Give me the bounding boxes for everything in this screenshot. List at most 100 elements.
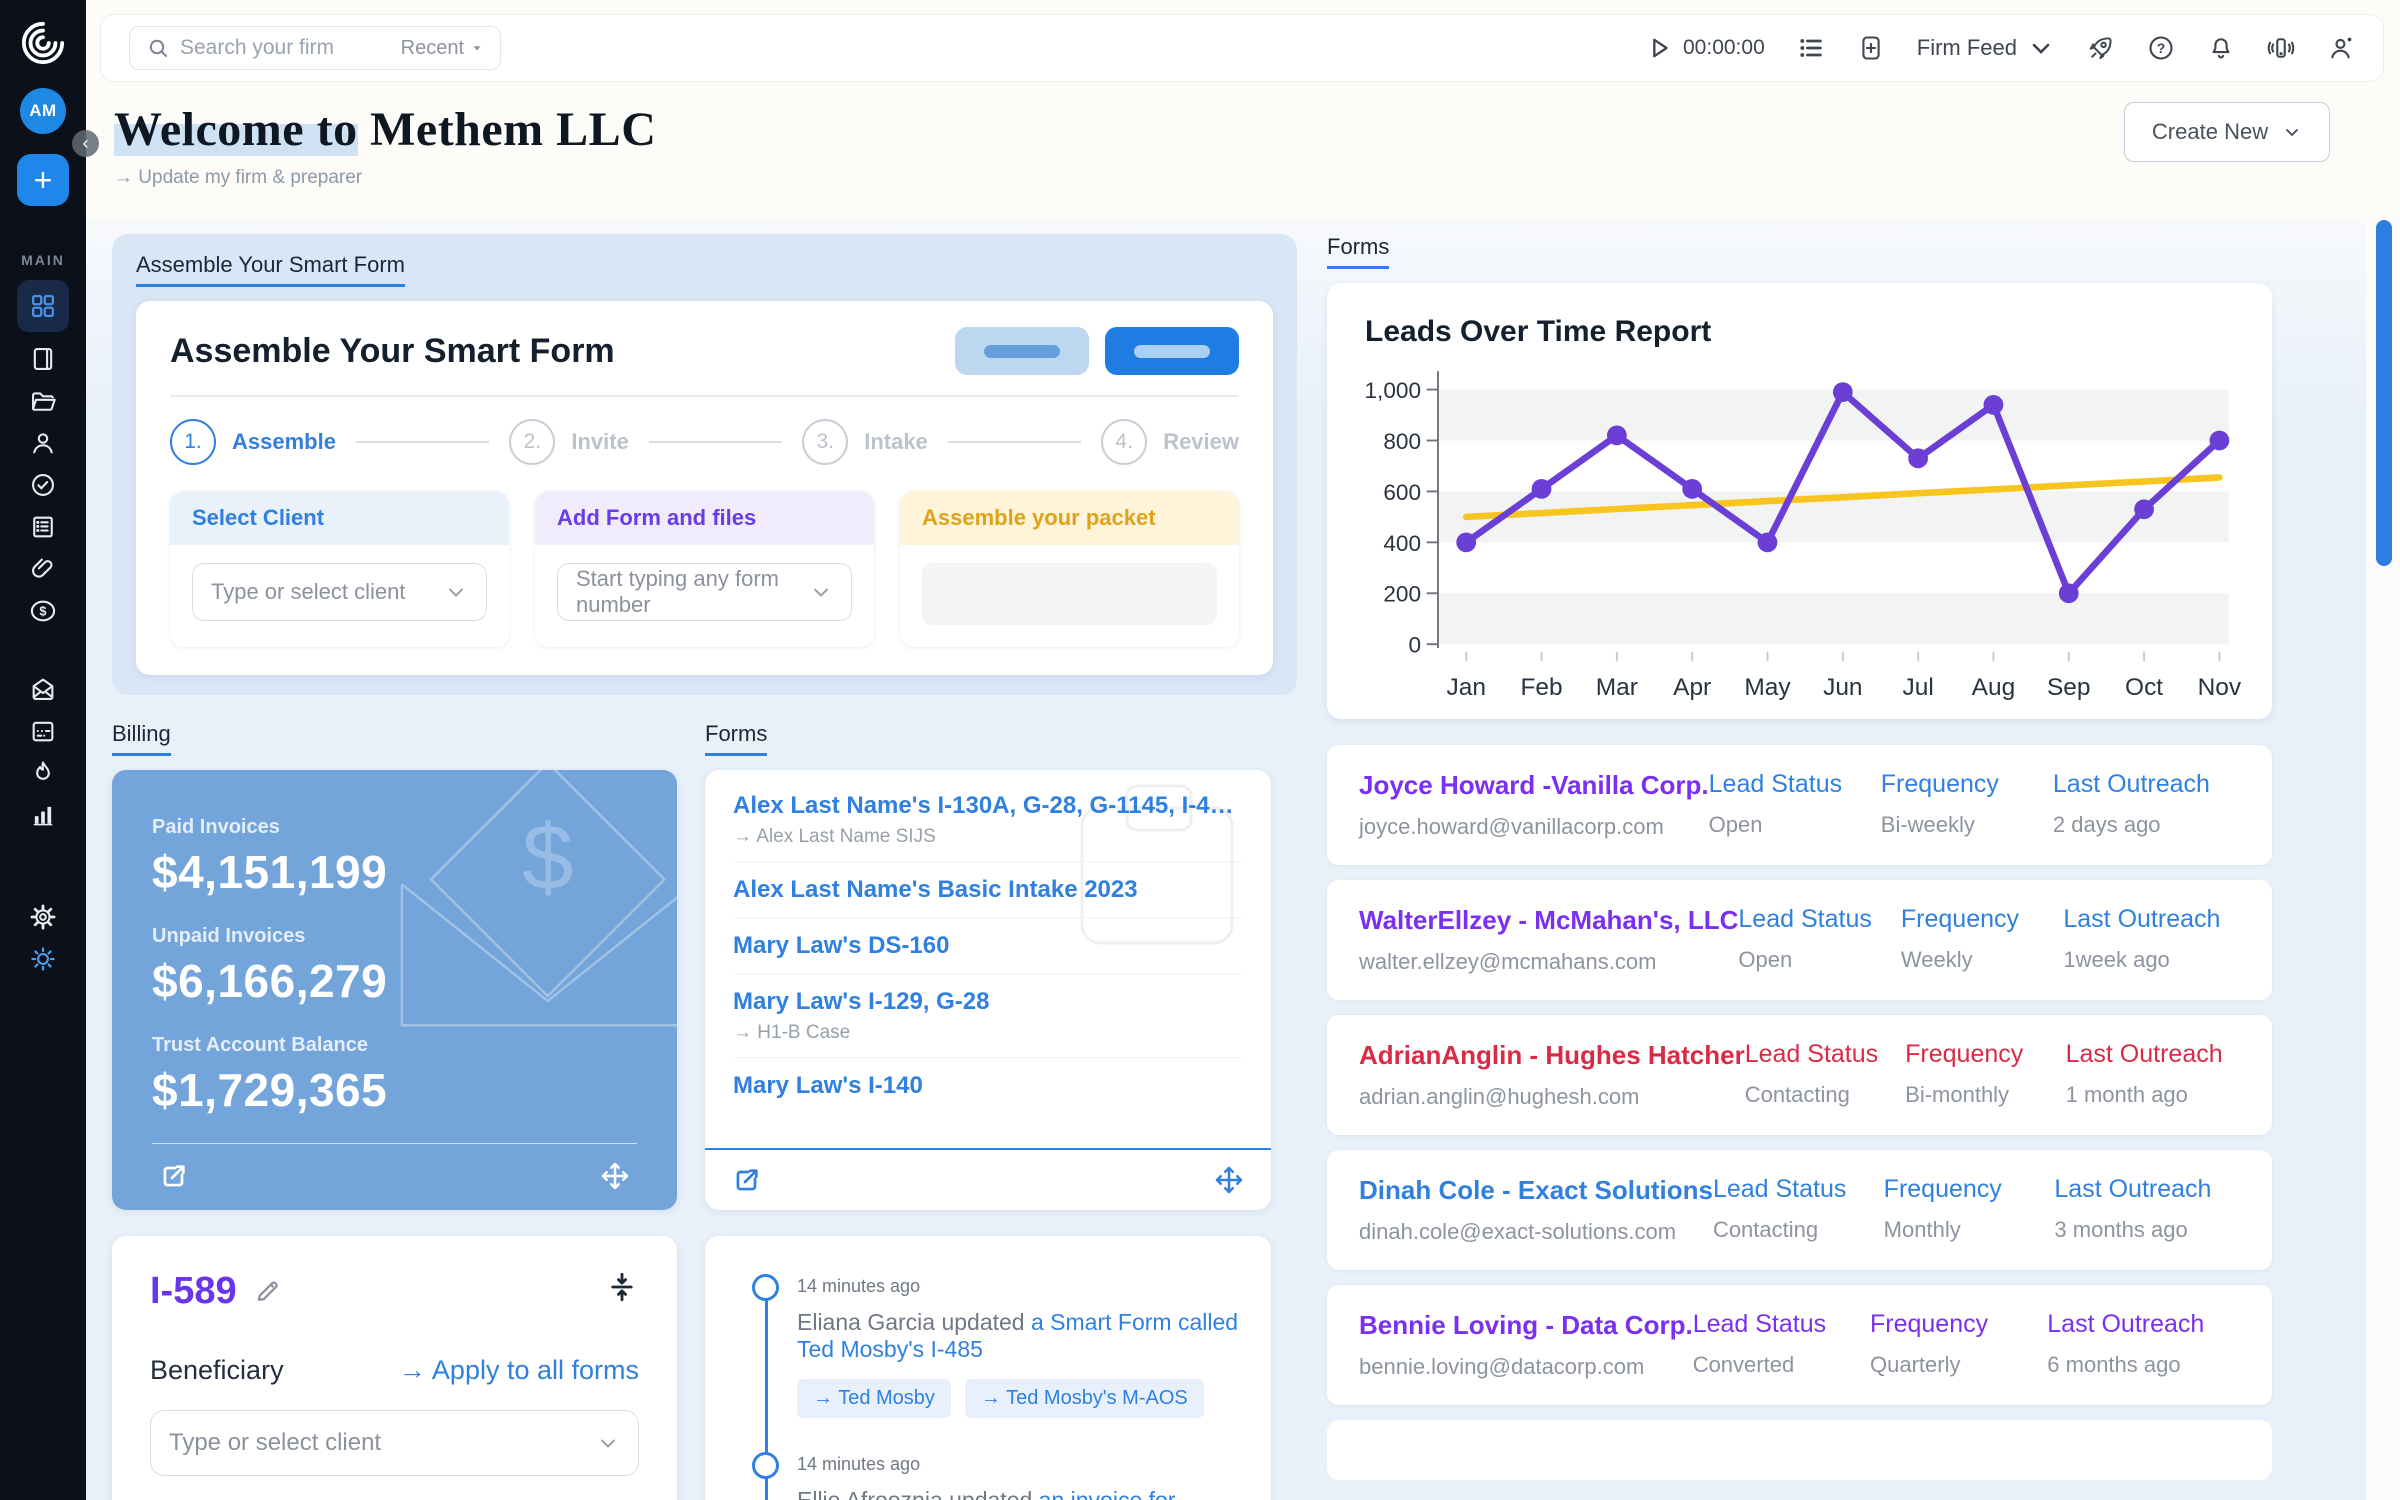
lead-name-link[interactable]: Dinah Cole - Exact Solutions: [1359, 1175, 1713, 1206]
lead-name-link[interactable]: AdrianAnglin - Hughes Hatcher: [1359, 1040, 1745, 1071]
sidebar-item-theme[interactable]: [28, 944, 58, 974]
form-link[interactable]: Alex Last Name's I-130A, G-28, G-1145, I…: [733, 792, 1243, 820]
leads-over-time-chart: 02004006008001,000JanFebMarAprMayJunJulA…: [1357, 357, 2242, 713]
smart-form-secondary-button[interactable]: [955, 327, 1089, 375]
firm-feed-dropdown[interactable]: Firm Feed: [1917, 34, 2055, 62]
form-link[interactable]: Mary Law's I-140: [733, 1072, 1243, 1100]
sidebar-item-settings[interactable]: [28, 902, 58, 932]
svg-text:Oct: Oct: [2125, 674, 2163, 701]
update-firm-link[interactable]: → Update my firm & preparer: [114, 167, 656, 189]
forms-list-section: Forms Alex Last Name's I-130A, G-28, G-1…: [705, 721, 1271, 1210]
assemble-packet-panel: Assemble your packet: [900, 491, 1239, 647]
lead-status-header[interactable]: Lead Status: [1738, 905, 1900, 934]
help-button[interactable]: ?: [2147, 34, 2175, 62]
form-list-item: Mary Law's I-140: [733, 1058, 1243, 1113]
account-menu-button[interactable]: [2327, 34, 2355, 62]
lead-status-column: Lead StatusOpen: [1709, 770, 1881, 840]
beneficiary-dropdown[interactable]: Type or select client: [150, 1410, 639, 1476]
lead-frequency-header[interactable]: Frequency: [1901, 905, 2063, 934]
activity-tag[interactable]: → Ted Mosby: [797, 1379, 951, 1418]
search-recent-dropdown[interactable]: Recent: [401, 37, 484, 60]
activity-timestamp: 14 minutes ago: [797, 1276, 1241, 1297]
lead-frequency-header[interactable]: Frequency: [1870, 1310, 2047, 1339]
move-handle-icon[interactable]: [1213, 1164, 1245, 1196]
external-link-icon[interactable]: [731, 1164, 763, 1196]
lead-last-outreach-header[interactable]: Last Outreach: [2047, 1310, 2240, 1339]
lead-status-header[interactable]: Lead Status: [1709, 770, 1881, 799]
lead-name-link[interactable]: Bennie Loving - Data Corp.: [1359, 1310, 1693, 1341]
lead-frequency-header[interactable]: Frequency: [1881, 770, 2053, 799]
sidebar-item-documents[interactable]: [28, 554, 58, 584]
lead-status-header[interactable]: Lead Status: [1693, 1310, 1870, 1339]
form-link[interactable]: Mary Law's DS-160: [733, 932, 1243, 960]
lead-last-outreach-value: 1 month ago: [2066, 1082, 2240, 1108]
svg-text:Jul: Jul: [1902, 674, 1933, 701]
lead-last-outreach-header[interactable]: Last Outreach: [2054, 1175, 2240, 1204]
sidebar-item-dashboard[interactable]: [17, 280, 69, 332]
stepper-step-invite[interactable]: 2.Invite: [509, 419, 628, 465]
sidebar-item-billing[interactable]: $: [28, 596, 58, 626]
form-sublabel: → H1-B Case: [733, 1022, 1243, 1044]
move-handle-icon[interactable]: [599, 1160, 631, 1192]
sidebar-item-forms[interactable]: [28, 512, 58, 542]
sidebar-collapse-button[interactable]: ‹: [72, 130, 99, 157]
lead-status-column: Lead StatusContacting: [1713, 1175, 1884, 1245]
lead-last-outreach-header[interactable]: Last Outreach: [2053, 770, 2240, 799]
search-placeholder: Search your firm: [180, 36, 334, 60]
call-button[interactable]: [2267, 34, 2295, 62]
sidebar-item-mail[interactable]: [28, 674, 58, 704]
lead-last-outreach-header[interactable]: Last Outreach: [2063, 905, 2240, 934]
task-list-button[interactable]: [1797, 34, 1825, 62]
stepper-step-intake[interactable]: 3.Intake: [802, 419, 928, 465]
form-link[interactable]: Mary Law's I-129, G-28: [733, 988, 1243, 1016]
lead-name-link[interactable]: Joyce Howard -Vanilla Corp.: [1359, 770, 1709, 801]
leads-report-card: Leads Over Time Report 02004006008001,00…: [1327, 283, 2272, 719]
smart-form-primary-button[interactable]: [1105, 327, 1239, 375]
lead-status-header[interactable]: Lead Status: [1745, 1040, 1905, 1069]
pencil-icon[interactable]: [253, 1277, 281, 1305]
svg-text:1,000: 1,000: [1365, 378, 1422, 403]
lead-last-outreach-header[interactable]: Last Outreach: [2066, 1040, 2240, 1069]
quick-add-button[interactable]: +: [17, 154, 69, 206]
lead-status-header[interactable]: Lead Status: [1713, 1175, 1884, 1204]
search-input[interactable]: Search your firm Recent: [129, 26, 501, 70]
external-link-icon[interactable]: [158, 1160, 190, 1192]
form-link[interactable]: Alex Last Name's Basic Intake 2023: [733, 876, 1243, 904]
lead-frequency-value: Bi-monthly: [1905, 1082, 2065, 1108]
step-label: Review: [1163, 429, 1239, 455]
select-client-dropdown[interactable]: Type or select client: [192, 563, 487, 621]
apply-to-all-forms-link[interactable]: → Apply to all forms: [399, 1355, 639, 1386]
app-logo-icon[interactable]: [20, 20, 66, 66]
play-icon: [1645, 34, 1673, 62]
sidebar-item-leads[interactable]: [28, 758, 58, 788]
create-new-button[interactable]: Create New: [2124, 102, 2330, 162]
sidebar-item-contacts[interactable]: [28, 428, 58, 458]
sidebar-item-intakes[interactable]: [28, 344, 58, 374]
svg-text:Aug: Aug: [1972, 674, 2016, 701]
sidebar-item-tasks[interactable]: [28, 470, 58, 500]
scrollbar-thumb[interactable]: [2376, 220, 2392, 566]
notifications-button[interactable]: [2207, 34, 2235, 62]
timer-control[interactable]: 00:00:00: [1645, 34, 1765, 62]
gear-icon: [29, 903, 57, 931]
form-number-dropdown[interactable]: Start typing any form number: [557, 563, 852, 621]
lead-frequency-header[interactable]: Frequency: [1905, 1040, 2065, 1069]
whats-new-button[interactable]: [2087, 34, 2115, 62]
lead-frequency-header[interactable]: Frequency: [1884, 1175, 2055, 1204]
smart-form-card: Assemble Your Smart Form 1.Assemble2.Inv…: [136, 301, 1273, 675]
avatar[interactable]: AM: [20, 88, 66, 134]
forms-list: Alex Last Name's I-130A, G-28, G-1145, I…: [705, 770, 1271, 1148]
activity-timestamp: 14 minutes ago: [797, 1454, 1241, 1475]
activity-tag[interactable]: → Ted Mosby's M-AOS: [965, 1379, 1204, 1418]
stepper-step-review[interactable]: 4.Review: [1101, 419, 1239, 465]
add-entry-button[interactable]: [1857, 34, 1885, 62]
lead-status-column: Lead StatusConverted: [1693, 1310, 1870, 1380]
packet-placeholder: [922, 563, 1217, 625]
i589-title: I-589: [150, 1270, 237, 1313]
stepper-step-assemble[interactable]: 1.Assemble: [170, 419, 336, 465]
sidebar-item-cases[interactable]: [28, 386, 58, 416]
sidebar-item-calendar[interactable]: [28, 716, 58, 746]
lead-name-link[interactable]: WalterEllzey - McMahan's, LLC: [1359, 905, 1738, 936]
collapse-vertical-icon[interactable]: [605, 1270, 639, 1304]
sidebar-item-reports[interactable]: [28, 800, 58, 830]
